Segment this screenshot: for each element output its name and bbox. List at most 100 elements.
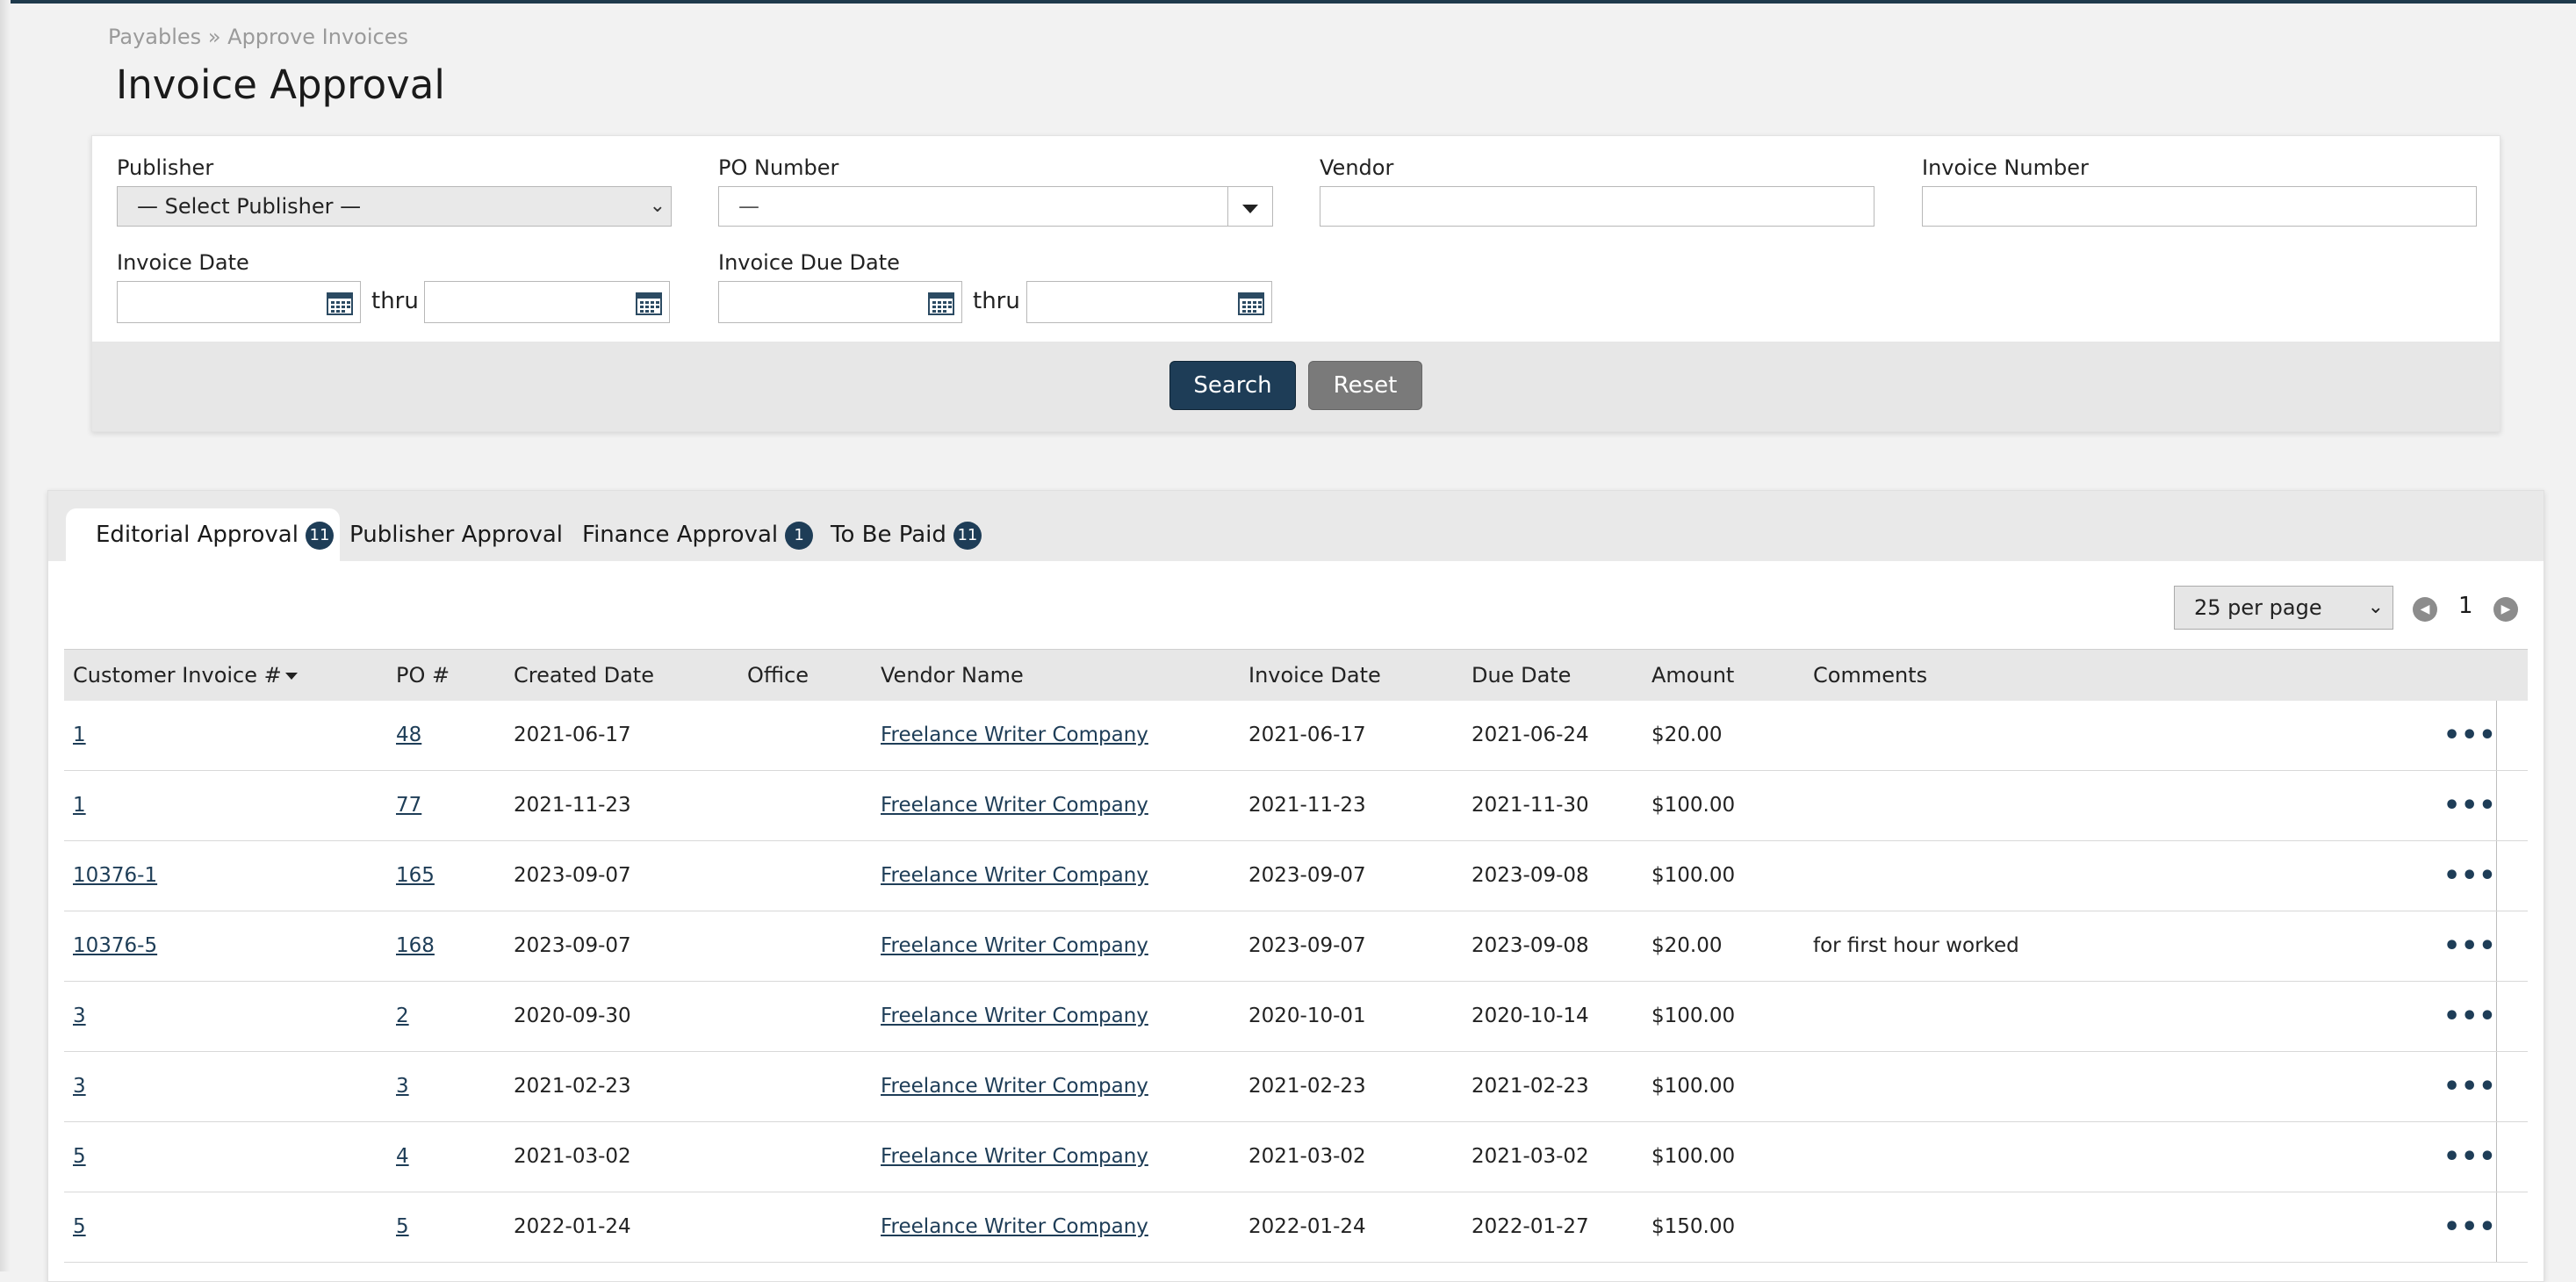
column-header-vendor-name[interactable]: Vendor Name xyxy=(881,650,1024,701)
column-header-amount[interactable]: Amount xyxy=(1651,650,1734,701)
customer-invoice-link[interactable]: 1 xyxy=(73,771,86,840)
count-badge: 1 xyxy=(785,521,814,550)
caret-down-icon xyxy=(1242,205,1258,213)
breadcrumb-current: Approve Invoices xyxy=(227,25,408,49)
po-number-combobox[interactable]: — xyxy=(718,186,1273,227)
tab-finance-approval[interactable]: Finance Approval 1 xyxy=(582,508,814,561)
vendor-link[interactable]: Freelance Writer Company xyxy=(881,1192,1148,1262)
calendar-icon[interactable] xyxy=(1238,291,1264,315)
row-divider xyxy=(2496,841,2497,911)
vendor-link[interactable]: Freelance Writer Company xyxy=(881,701,1148,770)
calendar-icon[interactable] xyxy=(327,291,353,315)
amount: $100.00 xyxy=(1651,1145,1736,1168)
vendor-link[interactable]: Freelance Writer Company xyxy=(881,1052,1148,1121)
ellipsis-icon[interactable]: ••• xyxy=(2443,1052,2497,1121)
sort-desc-icon xyxy=(284,673,298,680)
per-page-select[interactable]: 25 per page ⌄ xyxy=(2174,586,2393,630)
po-link[interactable]: 168 xyxy=(396,911,435,981)
po-link[interactable]: 3 xyxy=(396,1052,409,1121)
customer-invoice-link[interactable]: 5 xyxy=(73,1192,86,1262)
column-header-due-date[interactable]: Due Date xyxy=(1471,650,1571,701)
customer-invoice-link[interactable]: 10376-5 xyxy=(73,911,157,981)
table-row: 10376-1 165 2023-09-07 Freelance Writer … xyxy=(64,841,2528,911)
tab-label: To Be Paid xyxy=(831,522,946,548)
tab-label: Editorial Approval xyxy=(96,522,299,548)
ellipsis-icon[interactable]: ••• xyxy=(2443,1122,2497,1192)
reset-button[interactable]: Reset xyxy=(1308,361,1422,410)
tab-publisher-approval[interactable]: Publisher Approval xyxy=(349,508,563,561)
calendar-icon[interactable] xyxy=(928,291,954,315)
ellipsis-icon[interactable]: ••• xyxy=(2443,982,2497,1051)
per-page-value: 25 per page xyxy=(2194,595,2322,620)
amount: $100.00 xyxy=(1651,1075,1736,1098)
amount: $100.00 xyxy=(1651,1005,1736,1027)
vendor-link[interactable]: Freelance Writer Company xyxy=(881,911,1148,981)
po-link[interactable]: 77 xyxy=(396,771,421,840)
tab-to-be-paid[interactable]: To Be Paid 11 xyxy=(831,508,982,561)
customer-invoice-link[interactable]: 3 xyxy=(73,982,86,1051)
ellipsis-icon[interactable]: ••• xyxy=(2443,1192,2497,1262)
po-link[interactable]: 165 xyxy=(396,841,435,911)
po-number-value: — xyxy=(738,194,759,219)
due-date: 2020-10-14 xyxy=(1471,1005,1589,1027)
table-header: Customer Invoice # PO # Created Date Off… xyxy=(64,649,2528,702)
invoice-number-label: Invoice Number xyxy=(1922,155,2089,180)
column-header-invoice-date[interactable]: Invoice Date xyxy=(1248,650,1381,701)
invoice-date: 2023-09-07 xyxy=(1248,864,1366,887)
invoice-number-input[interactable] xyxy=(1922,186,2477,227)
invoice-grid-panel: Editorial Approval 11 Publisher Approval … xyxy=(47,490,2544,1282)
po-link[interactable]: 2 xyxy=(396,982,409,1051)
invoice-date-from-input[interactable] xyxy=(117,281,361,323)
created-date: 2021-03-02 xyxy=(514,1145,631,1168)
customer-invoice-link[interactable]: 3 xyxy=(73,1052,86,1121)
search-button[interactable]: Search xyxy=(1169,361,1296,410)
current-page: 1 xyxy=(2458,593,2473,619)
count-badge: 11 xyxy=(953,521,982,550)
created-date: 2023-09-07 xyxy=(514,934,631,957)
po-number-dropdown-button[interactable] xyxy=(1227,187,1272,226)
invoice-date: 2021-06-17 xyxy=(1248,724,1366,746)
column-header-po[interactable]: PO # xyxy=(396,650,450,701)
created-date: 2021-06-17 xyxy=(514,724,631,746)
ellipsis-icon[interactable]: ••• xyxy=(2443,771,2497,840)
customer-invoice-link[interactable]: 1 xyxy=(73,701,86,770)
po-link[interactable]: 4 xyxy=(396,1122,409,1192)
vendor-link[interactable]: Freelance Writer Company xyxy=(881,1122,1148,1192)
invoice-date-thru-label: thru xyxy=(371,288,419,314)
column-header-created-date[interactable]: Created Date xyxy=(514,650,654,701)
vendor-link[interactable]: Freelance Writer Company xyxy=(881,841,1148,911)
breadcrumb-parent[interactable]: Payables xyxy=(108,25,201,49)
due-date: 2023-09-08 xyxy=(1471,864,1589,887)
row-divider xyxy=(2496,771,2497,840)
customer-invoice-link[interactable]: 10376-1 xyxy=(73,841,157,911)
publisher-select[interactable]: — Select Publisher — ⌄ xyxy=(117,186,672,227)
top-stripe xyxy=(0,0,2576,4)
filter-panel: Publisher — Select Publisher — ⌄ PO Numb… xyxy=(91,135,2500,432)
chevron-right-icon[interactable]: ▶ xyxy=(2493,597,2518,622)
chevron-left-icon[interactable]: ◀ xyxy=(2413,597,2437,622)
customer-invoice-link[interactable]: 5 xyxy=(73,1122,86,1192)
due-date: 2021-02-23 xyxy=(1471,1075,1589,1098)
po-link[interactable]: 5 xyxy=(396,1192,409,1262)
ellipsis-icon[interactable]: ••• xyxy=(2443,911,2497,981)
calendar-icon[interactable] xyxy=(636,291,662,315)
column-header-comments[interactable]: Comments xyxy=(1813,650,1927,701)
due-date: 2021-06-24 xyxy=(1471,724,1589,746)
column-header-office[interactable]: Office xyxy=(747,650,809,701)
vendor-link[interactable]: Freelance Writer Company xyxy=(881,771,1148,840)
table-row: 5 4 2021-03-02 Freelance Writer Company … xyxy=(64,1122,2528,1192)
ellipsis-icon[interactable]: ••• xyxy=(2443,841,2497,911)
ellipsis-icon[interactable]: ••• xyxy=(2443,701,2497,770)
left-edge xyxy=(0,0,11,1271)
tab-editorial-approval[interactable]: Editorial Approval 11 xyxy=(66,508,340,561)
column-header-customer-invoice[interactable]: Customer Invoice # xyxy=(73,650,298,701)
invoice-date-to-input[interactable] xyxy=(424,281,670,323)
row-divider xyxy=(2496,1192,2497,1262)
vendor-link[interactable]: Freelance Writer Company xyxy=(881,982,1148,1051)
po-link[interactable]: 48 xyxy=(396,701,421,770)
vendor-input[interactable] xyxy=(1320,186,1874,227)
invoice-table-body: 1 48 2021-06-17 Freelance Writer Company… xyxy=(64,701,2528,1263)
due-date-to-input[interactable] xyxy=(1026,281,1272,323)
due-date-from-input[interactable] xyxy=(718,281,962,323)
amount: $100.00 xyxy=(1651,864,1736,887)
